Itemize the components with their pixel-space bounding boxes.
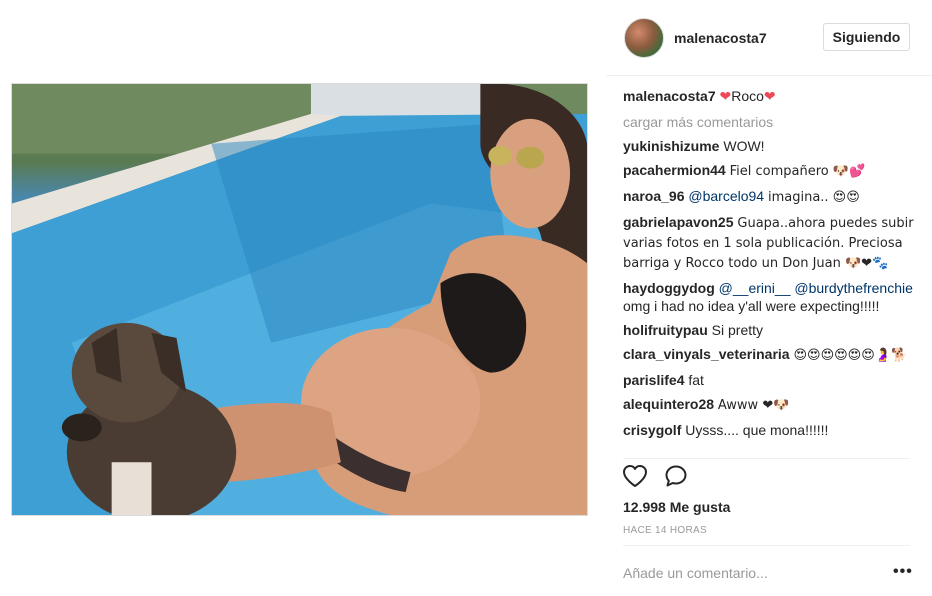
comment-text: imagina.. 😍😍 <box>767 190 860 205</box>
comment-text: omg i had no idea y'all were expecting!!… <box>623 298 880 314</box>
caption-username[interactable]: malenacosta7 <box>623 88 716 104</box>
comment-item: alequintero28 Awww ❤🐶 <box>623 395 918 415</box>
post-header: malenacosta7 Siguiendo <box>606 0 932 76</box>
comment-username[interactable]: crisygolf <box>623 422 681 438</box>
ellipsis-icon[interactable]: ••• <box>893 564 913 580</box>
divider <box>623 545 910 546</box>
header-username[interactable]: malenacosta7 <box>674 30 767 46</box>
comment-mention[interactable]: @barcelo94 <box>688 188 764 204</box>
comments-list[interactable]: malenacosta7 ❤Roco❤ cargar más comentari… <box>623 87 918 457</box>
comment-item: haydoggydog @__erini__ @burdythefrenchie… <box>623 279 918 315</box>
divider <box>623 458 910 459</box>
comment-text: Fiel compañero 🐶💕 <box>729 164 866 179</box>
comment-text: 😍😍😍😍😍😍🤰🐕 <box>793 348 908 363</box>
heart-emoji: ❤ <box>719 88 732 104</box>
caption: malenacosta7 ❤Roco❤ <box>623 87 918 105</box>
comment-username[interactable]: yukinishizume <box>623 138 719 154</box>
comment-text: Uysss.... que mona!!!!!! <box>685 422 829 438</box>
comment-item: pacahermion44 Fiel compañero 🐶💕 <box>623 161 918 181</box>
speech-bubble-icon[interactable] <box>664 464 688 493</box>
comment-item: parislife4 fat <box>623 371 918 389</box>
comment-username[interactable]: parislife4 <box>623 372 684 388</box>
comment-text: WOW! <box>723 138 765 154</box>
avatar[interactable] <box>624 18 664 58</box>
comment-item: holifruitypau Si pretty <box>623 321 918 339</box>
comment-username[interactable]: naroa_96 <box>623 188 684 204</box>
comment-item: yukinishizume WOW! <box>623 137 918 155</box>
load-more-comments[interactable]: cargar más comentarios <box>623 113 918 131</box>
comment-username[interactable]: alequintero28 <box>623 396 714 412</box>
comment-text: Awww ❤🐶 <box>717 398 790 413</box>
comment-username[interactable]: holifruitypau <box>623 322 708 338</box>
comment-mention[interactable]: @__erini__ @burdythefrenchie <box>719 280 913 296</box>
caption-text: Roco <box>731 88 764 104</box>
comment-item: clara_vinyals_veterinaria 😍😍😍😍😍😍🤰🐕 <box>623 345 918 365</box>
comment-username[interactable]: pacahermion44 <box>623 162 726 178</box>
post-photo[interactable] <box>11 83 588 516</box>
heart-outline-icon[interactable] <box>622 464 648 493</box>
heart-emoji: ❤ <box>763 88 776 104</box>
add-comment-input[interactable] <box>623 561 883 585</box>
comment-username[interactable]: clara_vinyals_veterinaria <box>623 346 790 362</box>
photo-illustration <box>12 84 587 515</box>
like-count[interactable]: 12.998 Me gusta <box>623 499 730 515</box>
comment-text: Si pretty <box>711 322 764 338</box>
comment-text: fat <box>688 372 704 388</box>
following-button[interactable]: Siguiendo <box>823 23 910 51</box>
comment-username[interactable]: haydoggydog <box>623 280 715 296</box>
comment-item: crisygolf Uysss.... que mona!!!!!! <box>623 421 918 439</box>
post-timestamp[interactable]: HACE 14 HORAS <box>623 525 707 536</box>
comment-username[interactable]: gabrielapavon25 <box>623 214 734 230</box>
comment-item: gabrielapavon25 Guapa..ahora puedes subi… <box>623 213 918 273</box>
comment-item: naroa_96 @barcelo94 imagina.. 😍😍 <box>623 187 918 207</box>
